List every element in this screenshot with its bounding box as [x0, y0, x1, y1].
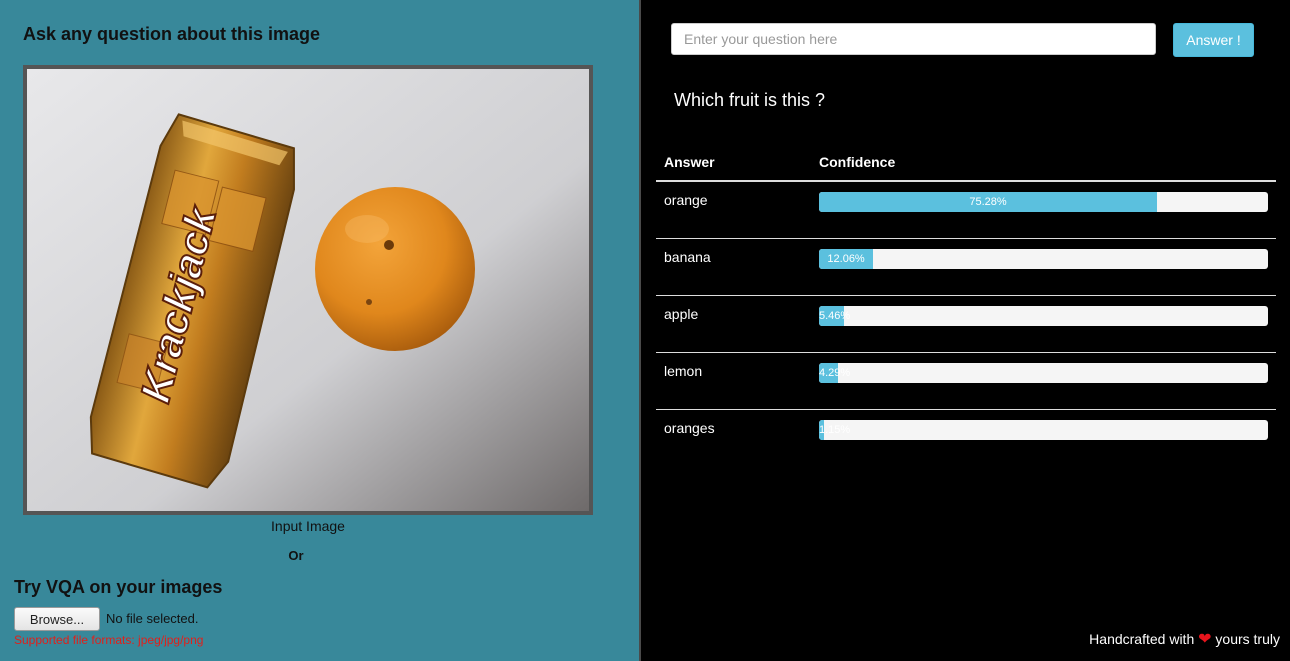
- file-status: No file selected.: [106, 611, 199, 626]
- footer-suffix: yours truly: [1215, 631, 1280, 647]
- confidence-cell: 4.29%: [811, 351, 1276, 409]
- confidence-bar: 5.46%: [819, 305, 1268, 326]
- browse-button[interactable]: Browse...: [14, 607, 100, 631]
- confidence-bar: 75.28%: [819, 192, 1268, 212]
- heart-icon: ❤: [1198, 631, 1212, 648]
- or-label: Or: [288, 548, 304, 563]
- confidence-bar-fill: 12.06%: [819, 248, 874, 269]
- confidence-bar-fill: 75.28%: [819, 192, 1157, 212]
- confidence-bar: 1.15%: [819, 419, 1268, 440]
- table-row: banana 12.06%: [656, 237, 1276, 295]
- input-image: Krackjack: [23, 65, 593, 515]
- confidence-cell: 75.28%: [811, 181, 1276, 238]
- panel-title: Ask any question about this image: [23, 24, 321, 44]
- confidence-column-header: Confidence: [811, 145, 1276, 182]
- table-row: oranges 1.15%: [656, 408, 1276, 466]
- table-row: orange 75.28%: [656, 181, 1276, 238]
- answer-column-header: Answer: [656, 145, 811, 182]
- answer-cell: banana: [656, 237, 811, 295]
- confidence-bar-fill: 4.29%: [819, 362, 850, 383]
- answer-cell: apple: [656, 294, 811, 352]
- image-caption: Input Image: [271, 518, 345, 534]
- footer: Handcrafted with ❤ yours truly: [1089, 629, 1280, 649]
- confidence-cell: 1.15%: [811, 408, 1276, 466]
- confidence-cell: 12.06%: [811, 237, 1276, 295]
- footer-prefix: Handcrafted with: [1089, 631, 1195, 647]
- confidence-cell: 5.46%: [811, 294, 1276, 352]
- answer-button[interactable]: Answer !: [1173, 23, 1254, 57]
- confidence-bar: 12.06%: [819, 248, 1268, 269]
- table-row: lemon 4.29%: [656, 351, 1276, 409]
- answer-cell: oranges: [656, 408, 811, 466]
- asked-question: Which fruit is this ?: [674, 90, 826, 110]
- orange-fruit: [315, 187, 475, 351]
- confidence-bar: 4.29%: [819, 362, 1268, 383]
- input-image-graphic: Krackjack: [27, 69, 589, 511]
- supported-formats-note: Supported file formats: jpeg/jpg/png: [14, 633, 204, 647]
- right-panel: Answer ! Which fruit is this ? Answer Co…: [641, 0, 1290, 661]
- table-row: apple 5.46%: [656, 294, 1276, 352]
- left-panel: Ask any question about this image Krackj…: [0, 0, 641, 661]
- confidence-bar-fill: 5.46%: [819, 305, 850, 326]
- question-input[interactable]: [671, 23, 1156, 55]
- results-table: Answer Confidence orange 75.28% banana 1…: [656, 145, 1276, 466]
- answer-cell: orange: [664, 192, 708, 208]
- upload-title: Try VQA on your images: [14, 577, 223, 597]
- answer-cell: lemon: [656, 351, 811, 409]
- table-header-row: Answer Confidence: [656, 145, 1276, 182]
- confidence-bar-fill: 1.15%: [819, 419, 850, 440]
